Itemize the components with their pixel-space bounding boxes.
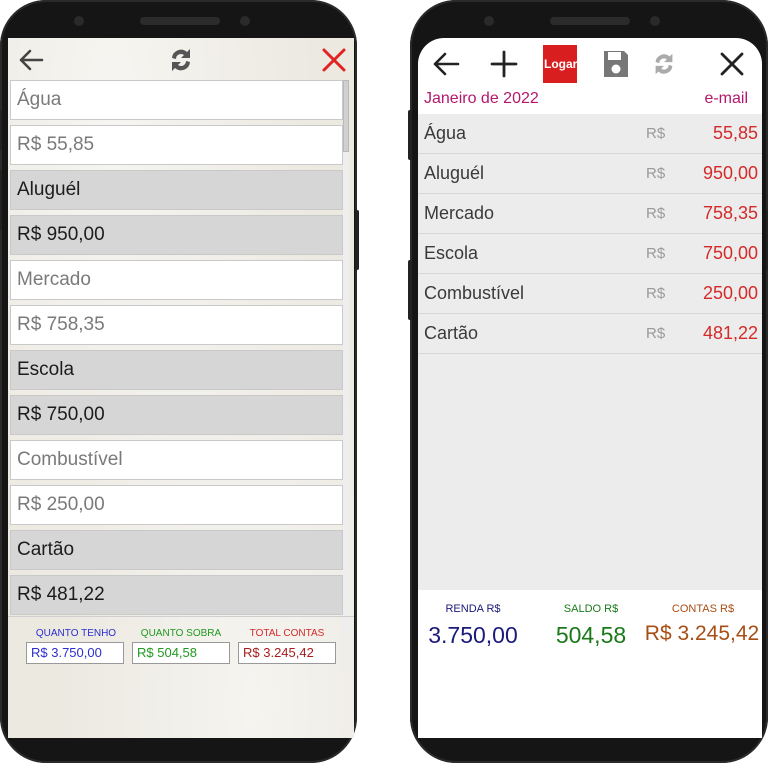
email-link[interactable]: e-mail bbox=[704, 90, 748, 108]
expense-name-field[interactable]: Água bbox=[10, 80, 343, 120]
expense-value-field[interactable]: R$ 750,00 bbox=[10, 395, 343, 435]
scrollbar-thumb[interactable] bbox=[343, 80, 349, 152]
close-x-icon[interactable] bbox=[318, 42, 350, 78]
list-item[interactable]: Aluguél R$ 950,00 bbox=[418, 154, 762, 194]
sensor-dot bbox=[484, 16, 494, 26]
speaker-grille bbox=[550, 17, 630, 25]
list-item[interactable]: Escola R$ 750,00 bbox=[418, 234, 762, 274]
item-name: Combustível bbox=[424, 283, 525, 303]
close-x-icon[interactable] bbox=[714, 44, 750, 84]
month-label[interactable]: Janeiro de 2022 bbox=[424, 90, 539, 108]
quanto-sobra-field[interactable]: R$ 504,58 bbox=[132, 642, 230, 664]
currency-label: R$ bbox=[646, 125, 666, 142]
speaker-grille bbox=[140, 17, 220, 25]
currency-label: R$ bbox=[646, 165, 666, 182]
expense-value-field[interactable]: R$ 250,00 bbox=[10, 485, 343, 525]
item-value: 55,85 bbox=[712, 123, 758, 143]
login-button-label: Logar bbox=[543, 45, 577, 83]
item-value: 750,00 bbox=[702, 243, 758, 263]
expense-list: Água R$ 55,85 Aluguél R$ 950,00 Mercado … bbox=[418, 114, 762, 590]
expense-name-field[interactable]: Cartão bbox=[10, 530, 343, 570]
saldo-label: SALDO R$ bbox=[563, 603, 619, 615]
renda-value: 3.750,00 bbox=[428, 622, 518, 648]
item-value: 950,00 bbox=[702, 163, 758, 183]
item-name: Água bbox=[424, 123, 467, 143]
right-app-screen: Logar Janeiro de 2022 e-mail Água R$ 55,… bbox=[418, 38, 762, 738]
expense-value-field[interactable]: R$ 481,22 bbox=[10, 575, 343, 615]
item-name: Cartão bbox=[424, 323, 479, 343]
expense-name-field[interactable]: Aluguél bbox=[10, 170, 343, 210]
item-value: 250,00 bbox=[702, 283, 758, 303]
stage: Água R$ 55,85 Aluguél R$ 950,00 Mercado … bbox=[0, 0, 768, 763]
total-contas-label: TOTAL CONTAS bbox=[249, 628, 325, 639]
login-button[interactable]: Logar bbox=[542, 44, 578, 84]
camera-dot bbox=[240, 16, 250, 26]
list-item[interactable]: Combustível R$ 250,00 bbox=[418, 274, 762, 314]
side-button bbox=[355, 210, 359, 270]
refresh-icon[interactable] bbox=[646, 44, 682, 84]
currency-label: R$ bbox=[646, 205, 666, 222]
item-name: Aluguél bbox=[424, 163, 485, 183]
floppy-disk-icon[interactable] bbox=[598, 44, 634, 84]
item-value: 481,22 bbox=[702, 323, 758, 343]
quanto-tenho-field[interactable]: R$ 3.750,00 bbox=[26, 642, 124, 664]
sensor-dot bbox=[74, 16, 84, 26]
total-contas-field[interactable]: R$ 3.245,42 bbox=[238, 642, 336, 664]
left-toolbar bbox=[8, 38, 354, 80]
expense-name-field[interactable]: Escola bbox=[10, 350, 343, 390]
expense-name-field[interactable]: Mercado bbox=[10, 260, 343, 300]
side-button bbox=[0, 170, 2, 230]
plus-icon[interactable] bbox=[484, 44, 524, 84]
left-app-screen: Água R$ 55,85 Aluguél R$ 950,00 Mercado … bbox=[8, 38, 354, 738]
currency-label: R$ bbox=[646, 245, 666, 262]
expense-value-field[interactable]: R$ 950,00 bbox=[10, 215, 343, 255]
currency-label: R$ bbox=[646, 325, 666, 342]
side-button bbox=[408, 110, 412, 160]
quanto-sobra-label: QUANTO SOBRA bbox=[140, 628, 222, 639]
saldo-value: 504,58 bbox=[555, 622, 627, 648]
arrow-left-icon[interactable] bbox=[426, 44, 466, 84]
expense-value-field[interactable]: R$ 55,85 bbox=[10, 125, 343, 165]
item-name: Mercado bbox=[424, 203, 495, 223]
contas-label: CONTAS R$ bbox=[671, 603, 735, 615]
list-item[interactable]: Água R$ 55,85 bbox=[418, 114, 762, 154]
expense-value-field[interactable]: R$ 758,35 bbox=[10, 305, 343, 345]
item-name: Escola bbox=[424, 243, 479, 263]
right-phone-frame: Logar Janeiro de 2022 e-mail Água R$ 55,… bbox=[408, 0, 768, 763]
refresh-icon[interactable] bbox=[164, 42, 198, 78]
camera-dot bbox=[650, 16, 660, 26]
left-phone-frame: Água R$ 55,85 Aluguél R$ 950,00 Mercado … bbox=[0, 0, 359, 763]
scrollbar[interactable] bbox=[343, 80, 349, 638]
list-item[interactable]: Mercado R$ 758,35 bbox=[418, 194, 762, 234]
contas-value: R$ 3.245,42 bbox=[644, 622, 760, 645]
item-value: 758,35 bbox=[702, 203, 758, 223]
side-button bbox=[408, 260, 412, 320]
expense-name-field[interactable]: Combustível bbox=[10, 440, 343, 480]
arrow-left-icon[interactable] bbox=[14, 42, 48, 78]
side-button bbox=[0, 110, 2, 150]
expense-edit-list: Água R$ 55,85 Aluguél R$ 950,00 Mercado … bbox=[10, 80, 350, 638]
renda-label: RENDA R$ bbox=[445, 603, 501, 615]
currency-label: R$ bbox=[646, 285, 666, 302]
right-toolbar: Logar bbox=[418, 38, 762, 90]
list-item[interactable]: Cartão R$ 481,22 bbox=[418, 314, 762, 354]
quanto-tenho-label: QUANTO TENHO bbox=[35, 628, 117, 639]
